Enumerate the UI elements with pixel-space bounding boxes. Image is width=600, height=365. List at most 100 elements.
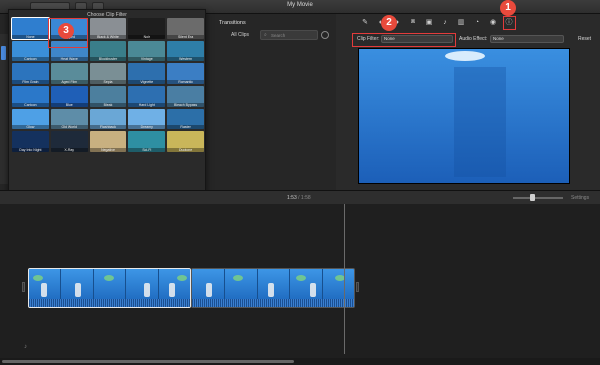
- filter-label: Flashback: [89, 125, 127, 130]
- filter-thumbnail[interactable]: Flashback: [89, 108, 127, 130]
- audio-effect-label: Audio Effect:: [459, 36, 488, 42]
- annotation-badge-3: 3: [58, 23, 74, 39]
- filter-label: Dreamy: [128, 125, 166, 130]
- filter-thumbnail[interactable]: Vintage: [128, 40, 166, 62]
- filter-label: Cartoon: [12, 102, 49, 107]
- filter-label: Noir: [128, 34, 166, 39]
- all-clips-dropdown[interactable]: All Clips: [231, 32, 249, 38]
- zoom-slider[interactable]: [513, 197, 563, 199]
- playhead[interactable]: [344, 204, 345, 354]
- filter-thumbnail[interactable]: Bleach Bypass: [167, 85, 204, 107]
- filter-label: Silent Era: [167, 34, 204, 39]
- timeline-settings-button[interactable]: Settings: [571, 195, 589, 201]
- filter-label: Black & White: [89, 34, 127, 39]
- filter-thumbnail[interactable]: Day Into Night: [12, 131, 49, 152]
- filter-thumbnail[interactable]: Hard Light: [128, 85, 166, 107]
- playback-bar: 1:53 / 1:58 Settings: [0, 190, 600, 204]
- filter-label: Western: [167, 57, 204, 62]
- filter-thumbnail[interactable]: Cartoon: [12, 85, 49, 107]
- scrollbar-thumb[interactable]: [2, 360, 294, 363]
- filter-label: Bleak: [89, 102, 127, 107]
- filter-thumbnail[interactable]: Silent Era: [167, 18, 204, 39]
- filter-label: Heat Wave: [50, 57, 88, 62]
- search-input[interactable]: ⌕ Search: [260, 30, 318, 40]
- filter-label: Bleach Bypass: [167, 102, 204, 107]
- filter-label: Duotone: [167, 147, 204, 152]
- clip-trim-handle-left[interactable]: [22, 282, 25, 292]
- audio-effect-field[interactable]: None: [490, 35, 564, 43]
- annotation-box-clip-filter-field: [352, 33, 456, 47]
- filter-thumbnail[interactable]: Negative: [89, 131, 127, 152]
- timecode: 1:53 / 1:58: [287, 195, 311, 201]
- filter-thumbnail[interactable]: Blockbuster: [89, 40, 127, 62]
- filter-label: Day Into Night: [12, 147, 49, 152]
- library-sidebar: [0, 34, 8, 184]
- filter-label: Aged Film: [50, 79, 88, 84]
- filter-label: X-Ray: [50, 147, 88, 152]
- filter-thumbnail[interactable]: Cartoon: [12, 40, 49, 62]
- filter-label: Old World: [50, 125, 88, 130]
- filter-thumbnail[interactable]: Bleak: [89, 85, 127, 107]
- preview-panel: [454, 67, 506, 177]
- filter-thumbnail[interactable]: Noir: [128, 18, 166, 39]
- filter-thumbnail[interactable]: Vignette: [128, 63, 166, 84]
- filter-label: Raster: [167, 125, 204, 130]
- filter-label: Negative: [89, 147, 127, 152]
- annotation-badge-2: 2: [381, 15, 397, 31]
- timeline-scrollbar[interactable]: [0, 358, 600, 365]
- filter-thumbnail[interactable]: Black & White: [89, 18, 127, 39]
- filter-thumbnail[interactable]: Dreamy: [128, 108, 166, 130]
- filter-grid: NoneFlippedBlack & WhiteNoirSilent EraCa…: [11, 17, 204, 197]
- timeline-clip[interactable]: [191, 268, 355, 308]
- total-time: 1:58: [300, 195, 311, 201]
- speed-icon[interactable]: ◔: [472, 19, 482, 26]
- clip-filter-dialog: Choose Clip Filter NoneFlippedBlack & Wh…: [8, 9, 206, 205]
- filter-label: Vignette: [128, 79, 166, 84]
- timeline-clip-selected[interactable]: [28, 268, 191, 308]
- volume-icon[interactable]: ♪: [440, 19, 450, 26]
- filter-thumbnail[interactable]: Raster: [167, 108, 204, 130]
- filter-thumbnail[interactable]: Aged Film: [50, 63, 88, 84]
- magic-wand-icon[interactable]: ✎: [360, 18, 370, 26]
- zoom-slider-knob[interactable]: [530, 194, 535, 201]
- filter-thumbnail[interactable]: Old World: [50, 108, 88, 130]
- filter-label: Blue: [50, 102, 88, 107]
- stabilization-icon[interactable]: ▣: [424, 18, 434, 26]
- annotation-box-clip-filter-icon: [503, 16, 516, 30]
- filter-thumbnail[interactable]: Sepia: [89, 63, 127, 84]
- clip-trim-handle-right[interactable]: [356, 282, 359, 292]
- audio-waveform: [192, 299, 354, 307]
- crop-icon[interactable]: ⧈: [408, 18, 418, 26]
- filter-label: Blockbuster: [89, 57, 127, 62]
- current-time: 1:53: [287, 195, 297, 201]
- filter-label: Vintage: [128, 57, 166, 62]
- filter-thumbnail[interactable]: Film Grain: [12, 63, 49, 84]
- filter-label: Hard Light: [128, 102, 166, 107]
- annotation-badge-1: 1: [500, 0, 516, 16]
- noise-reduction-icon[interactable]: ▥: [456, 18, 466, 26]
- tab-transitions[interactable]: Transitions: [219, 20, 246, 26]
- preview-light: [445, 51, 485, 61]
- filter-thumbnail[interactable]: Glow: [12, 108, 49, 130]
- video-preview: [358, 48, 570, 184]
- filter-label: Romantic: [167, 79, 204, 84]
- filter-thumbnail[interactable]: Blue: [50, 85, 88, 107]
- filter-label: Cartoon: [12, 57, 49, 62]
- filter-thumbnail[interactable]: Western: [167, 40, 204, 62]
- filter-thumbnail[interactable]: X-Ray: [50, 131, 88, 152]
- browser-settings-icon[interactable]: [321, 31, 329, 39]
- sidebar-selection[interactable]: [1, 46, 6, 60]
- time-separator: /: [298, 195, 300, 201]
- clip-filter-icon[interactable]: ◉: [488, 18, 498, 26]
- search-placeholder: Search: [271, 33, 286, 38]
- filter-label: Film Grain: [12, 79, 49, 84]
- search-icon: ⌕: [264, 32, 267, 38]
- filter-label: None: [12, 34, 49, 39]
- filter-thumbnail[interactable]: Sci-Fi: [128, 131, 166, 152]
- filter-label: Sepia: [89, 79, 127, 84]
- filter-thumbnail[interactable]: None: [11, 17, 50, 40]
- filter-label: Sci-Fi: [128, 147, 166, 152]
- reset-button[interactable]: Reset: [578, 36, 591, 42]
- filter-thumbnail[interactable]: Duotone: [167, 131, 204, 152]
- filter-thumbnail[interactable]: Romantic: [167, 63, 204, 84]
